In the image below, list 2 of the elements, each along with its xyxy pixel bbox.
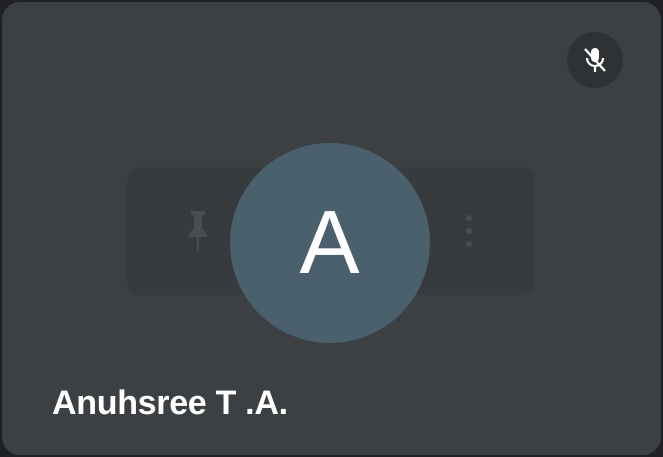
participant-name: Anuhsree T .A. — [52, 384, 289, 423]
avatar-initial: A — [299, 192, 360, 294]
